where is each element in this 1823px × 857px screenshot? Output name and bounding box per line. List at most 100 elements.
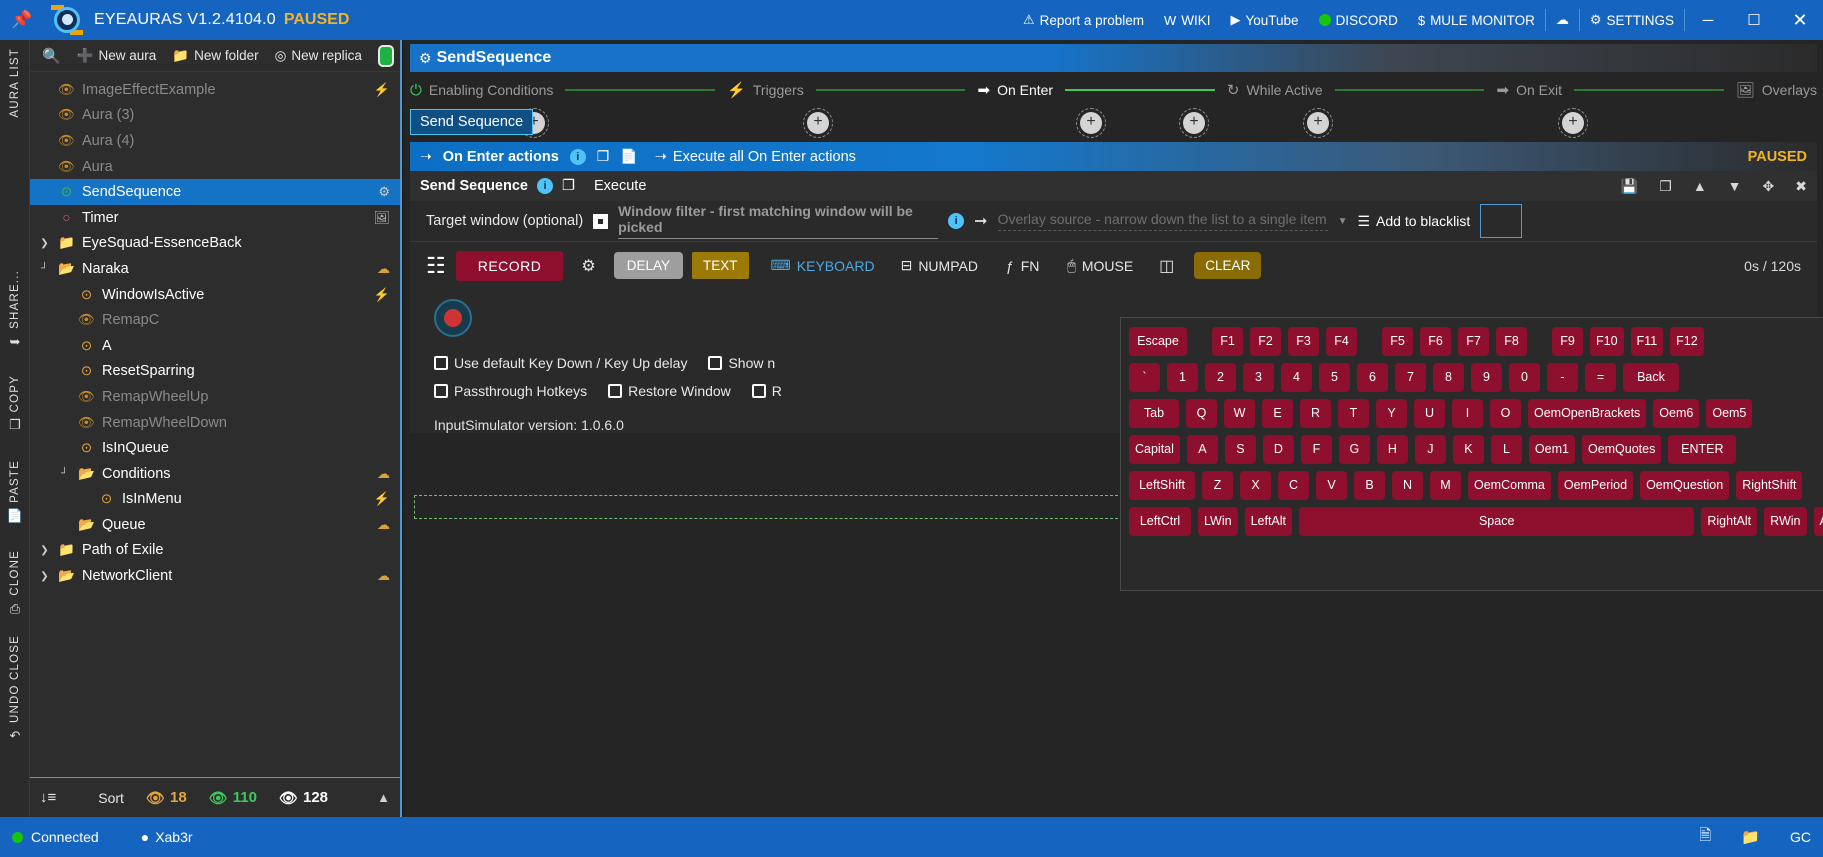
chevron-down-icon[interactable]: ▼ bbox=[1338, 216, 1348, 227]
aura-tree-item[interactable]: ⊙SendSequence⚙ bbox=[30, 179, 400, 205]
aura-tree-item[interactable]: 📂Queue☁ bbox=[30, 512, 400, 538]
new-folder-button[interactable]: 📁 New folder bbox=[166, 45, 264, 67]
chevron-up-icon[interactable]: ▲ bbox=[377, 790, 390, 805]
key-f11[interactable]: F11 bbox=[1631, 327, 1664, 356]
tab-mouse[interactable]: 🖱 MOUSE bbox=[1067, 257, 1133, 274]
execute-all-on-enter-button[interactable]: ➝ Execute all On Enter actions bbox=[655, 149, 856, 165]
key-4[interactable]: 4 bbox=[1281, 363, 1312, 392]
aura-tree[interactable]: 👁ImageEffectExample⚡👁Aura (3)👁Aura (4)👁A… bbox=[30, 72, 400, 777]
key-f9[interactable]: F9 bbox=[1552, 327, 1583, 356]
expander-icon[interactable]: ┘ bbox=[38, 263, 51, 274]
key-a[interactable]: A bbox=[1187, 435, 1218, 464]
rail-item-aura-list[interactable]: AURA LIST bbox=[0, 48, 30, 118]
minimize-button[interactable]: ─ bbox=[1685, 0, 1731, 40]
key-apps[interactable]: Apps bbox=[1814, 507, 1823, 536]
key-h[interactable]: H bbox=[1377, 435, 1408, 464]
key-escape[interactable]: Escape bbox=[1129, 327, 1187, 356]
search-button[interactable]: 🔍 bbox=[36, 44, 67, 68]
key-z[interactable]: Z bbox=[1202, 471, 1233, 500]
aura-tree-item[interactable]: 👁Aura (4) bbox=[30, 128, 400, 154]
window-picker-icon[interactable]: ☷ bbox=[426, 253, 446, 279]
key-r[interactable]: R bbox=[1300, 399, 1331, 428]
tab-keyboard[interactable]: ⌨ KEYBOARD bbox=[771, 257, 875, 274]
sort-icon[interactable]: ↓≡ bbox=[40, 789, 56, 806]
aura-tree-item[interactable]: 👁ImageEffectExample⚡ bbox=[30, 77, 400, 103]
maximize-button[interactable]: ☐ bbox=[1731, 0, 1777, 40]
info-icon[interactable]: i bbox=[570, 149, 586, 165]
key-d[interactable]: D bbox=[1263, 435, 1294, 464]
new-replica-button[interactable]: ◎ New replica bbox=[269, 45, 368, 67]
add-on-enter-action-button[interactable]: + bbox=[1080, 112, 1102, 134]
stage-tabs[interactable]: ⏻Enabling Conditions⚡Triggers➡On Enter↻W… bbox=[410, 76, 1817, 104]
aura-tree-item[interactable]: ⊙IsInQueue bbox=[30, 435, 400, 461]
aura-tree-item[interactable]: ⊙WindowIsActive⚡ bbox=[30, 282, 400, 308]
aura-tree-item[interactable]: 👁RemapC bbox=[30, 307, 400, 333]
rail-item-clone[interactable]: CLONE ⎙ bbox=[0, 550, 30, 617]
cloud-icon[interactable]: ☁ bbox=[377, 261, 390, 277]
key-5[interactable]: 5 bbox=[1319, 363, 1350, 392]
key-f2[interactable]: F2 bbox=[1250, 327, 1281, 356]
text-button[interactable]: TEXT bbox=[692, 252, 749, 279]
expander-icon[interactable]: ❯ bbox=[38, 238, 51, 249]
delay-button[interactable]: DELAY bbox=[614, 252, 683, 279]
key-v[interactable]: V bbox=[1316, 471, 1347, 500]
aura-tree-item[interactable]: ❯📁EyeSquad-EssenceBack bbox=[30, 231, 400, 257]
stage-tab-while-active[interactable]: ↻While Active bbox=[1227, 81, 1323, 99]
key-oemperiod[interactable]: OemPeriod bbox=[1558, 471, 1633, 500]
add-while-active-action-button[interactable]: + bbox=[1183, 112, 1205, 134]
tab-numpad[interactable]: ⊟ NUMPAD bbox=[901, 257, 978, 274]
key-c[interactable]: C bbox=[1278, 471, 1309, 500]
key-0[interactable]: 0 bbox=[1509, 363, 1540, 392]
stage-tab-enabling-conditions[interactable]: ⏻Enabling Conditions bbox=[410, 82, 553, 99]
key-x[interactable]: X bbox=[1240, 471, 1271, 500]
key-k[interactable]: K bbox=[1453, 435, 1484, 464]
tab-fn[interactable]: ƒ FN bbox=[1006, 258, 1039, 274]
aura-tree-item[interactable]: ⊙A bbox=[30, 333, 400, 359]
key-7[interactable]: 7 bbox=[1395, 363, 1426, 392]
gc-button[interactable]: GC bbox=[1790, 829, 1811, 845]
discord-link[interactable]: DISCORD bbox=[1309, 0, 1408, 40]
execute-button[interactable]: Execute bbox=[594, 178, 646, 194]
arrow-right-icon[interactable]: ➞ bbox=[974, 211, 987, 231]
key-f1[interactable]: F1 bbox=[1212, 327, 1243, 356]
key-f6[interactable]: F6 bbox=[1420, 327, 1451, 356]
cloud-icon[interactable]: ☁ bbox=[377, 466, 390, 482]
report-a-problem-button[interactable]: ⚠ Report a problem bbox=[1013, 0, 1154, 40]
rail-item-copy[interactable]: COPY ❐ bbox=[0, 375, 30, 433]
add-trigger-button[interactable]: + bbox=[807, 112, 829, 134]
add-on-exit-action-button[interactable]: + bbox=[1307, 112, 1329, 134]
keyboard-popup[interactable]: EscapeF1F2F3F4F5F6F7F8F9F10F11F12`123456… bbox=[1120, 317, 1823, 591]
key-l[interactable]: L bbox=[1491, 435, 1522, 464]
folder-icon[interactable]: 📁 bbox=[1741, 828, 1760, 846]
key-9[interactable]: 9 bbox=[1471, 363, 1502, 392]
copy-icon[interactable]: ❐ bbox=[597, 148, 610, 165]
key-3[interactable]: 3 bbox=[1243, 363, 1274, 392]
stage-tab-on-exit[interactable]: ➡On Exit bbox=[1496, 81, 1561, 99]
key--[interactable]: - bbox=[1547, 363, 1578, 392]
cloud-icon[interactable]: ☁ bbox=[377, 517, 390, 533]
youtube-link[interactable]: ▶ YouTube bbox=[1221, 0, 1309, 40]
gear-icon[interactable]: ⚙ bbox=[378, 184, 390, 200]
add-overlay-button[interactable]: + bbox=[1562, 112, 1584, 134]
window-checkbox-icon[interactable] bbox=[593, 214, 608, 229]
key-f[interactable]: F bbox=[1301, 435, 1332, 464]
aura-tree-item[interactable]: ┘📂Conditions☁ bbox=[30, 461, 400, 487]
aura-tree-item[interactable]: 👁RemapWheelUp bbox=[30, 384, 400, 410]
aura-tree-item[interactable]: 👁RemapWheelDown bbox=[30, 410, 400, 436]
stage-tab-overlays[interactable]: 🖼Overlays bbox=[1736, 81, 1817, 99]
gear-icon[interactable]: ⚙ bbox=[581, 256, 595, 276]
key-f12[interactable]: F12 bbox=[1670, 327, 1704, 356]
key-rwin[interactable]: RWin bbox=[1764, 507, 1806, 536]
key-t[interactable]: T bbox=[1338, 399, 1369, 428]
key-1[interactable]: 1 bbox=[1167, 363, 1198, 392]
aura-tree-item[interactable]: ○Timer🖼 bbox=[30, 205, 400, 231]
key-f5[interactable]: F5 bbox=[1382, 327, 1413, 356]
key-oemquestion[interactable]: OemQuestion bbox=[1640, 471, 1729, 500]
key-i[interactable]: I bbox=[1452, 399, 1483, 428]
pin-icon[interactable]: 📌 bbox=[0, 10, 44, 30]
frame-icon[interactable]: ◫ bbox=[1159, 256, 1174, 276]
bolt-icon[interactable]: ⚡ bbox=[374, 82, 390, 98]
aura-tree-item[interactable]: 👁Aura bbox=[30, 154, 400, 180]
move-down-icon[interactable]: ▼ bbox=[1728, 178, 1742, 194]
key-j[interactable]: J bbox=[1415, 435, 1446, 464]
